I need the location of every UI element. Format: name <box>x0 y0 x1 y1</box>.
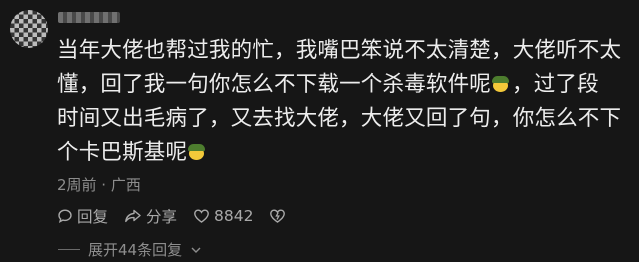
dislike-heart-icon <box>270 209 286 223</box>
share-label: 分享 <box>146 208 178 226</box>
like-heart-icon <box>194 209 209 223</box>
comment-text: 当年大佬也帮过我的忙，我嘴巴笨说不太清楚，大佬听不太 懂，回了我一句你怎么不下载… <box>57 34 629 170</box>
avatar[interactable] <box>10 10 48 48</box>
share-button[interactable]: 分享 <box>124 205 177 227</box>
like-button[interactable]: 8842 <box>193 207 253 225</box>
comment-actions: 回复 分享 8842 <box>57 205 286 227</box>
share-icon <box>125 209 141 223</box>
like-count: 8842 <box>214 207 254 225</box>
comment-line-2-tail: ，过了段 <box>512 72 599 97</box>
comment-line-2: 懂，回了我一句你怎么不下载一个杀毒软件呢 <box>57 72 492 97</box>
reply-icon <box>58 209 72 223</box>
comment-line-4: 个卡巴斯基呢 <box>57 140 188 165</box>
dislike-button[interactable] <box>269 208 286 224</box>
laughing-soldier-emoji <box>188 144 206 160</box>
expand-replies-label: 展开44条回复 <box>88 241 183 259</box>
expand-replies-button[interactable]: 展开44条回复 <box>58 239 202 260</box>
chevron-down-icon <box>191 247 201 253</box>
reply-label: 回复 <box>77 208 109 226</box>
comment-line-3: 时间又出毛病了，又去找大佬，大佬又回了句，你怎么不下 <box>57 106 622 131</box>
comment-line-1: 当年大佬也帮过我的忙，我嘴巴笨说不太清楚，大佬听不太 <box>57 38 622 63</box>
username-blurred[interactable] <box>58 12 120 23</box>
reply-button[interactable]: 回复 <box>57 205 108 227</box>
comment-meta: 2周前 · 广西 <box>57 176 141 194</box>
divider-line <box>58 249 80 250</box>
laughing-soldier-emoji <box>492 76 510 92</box>
